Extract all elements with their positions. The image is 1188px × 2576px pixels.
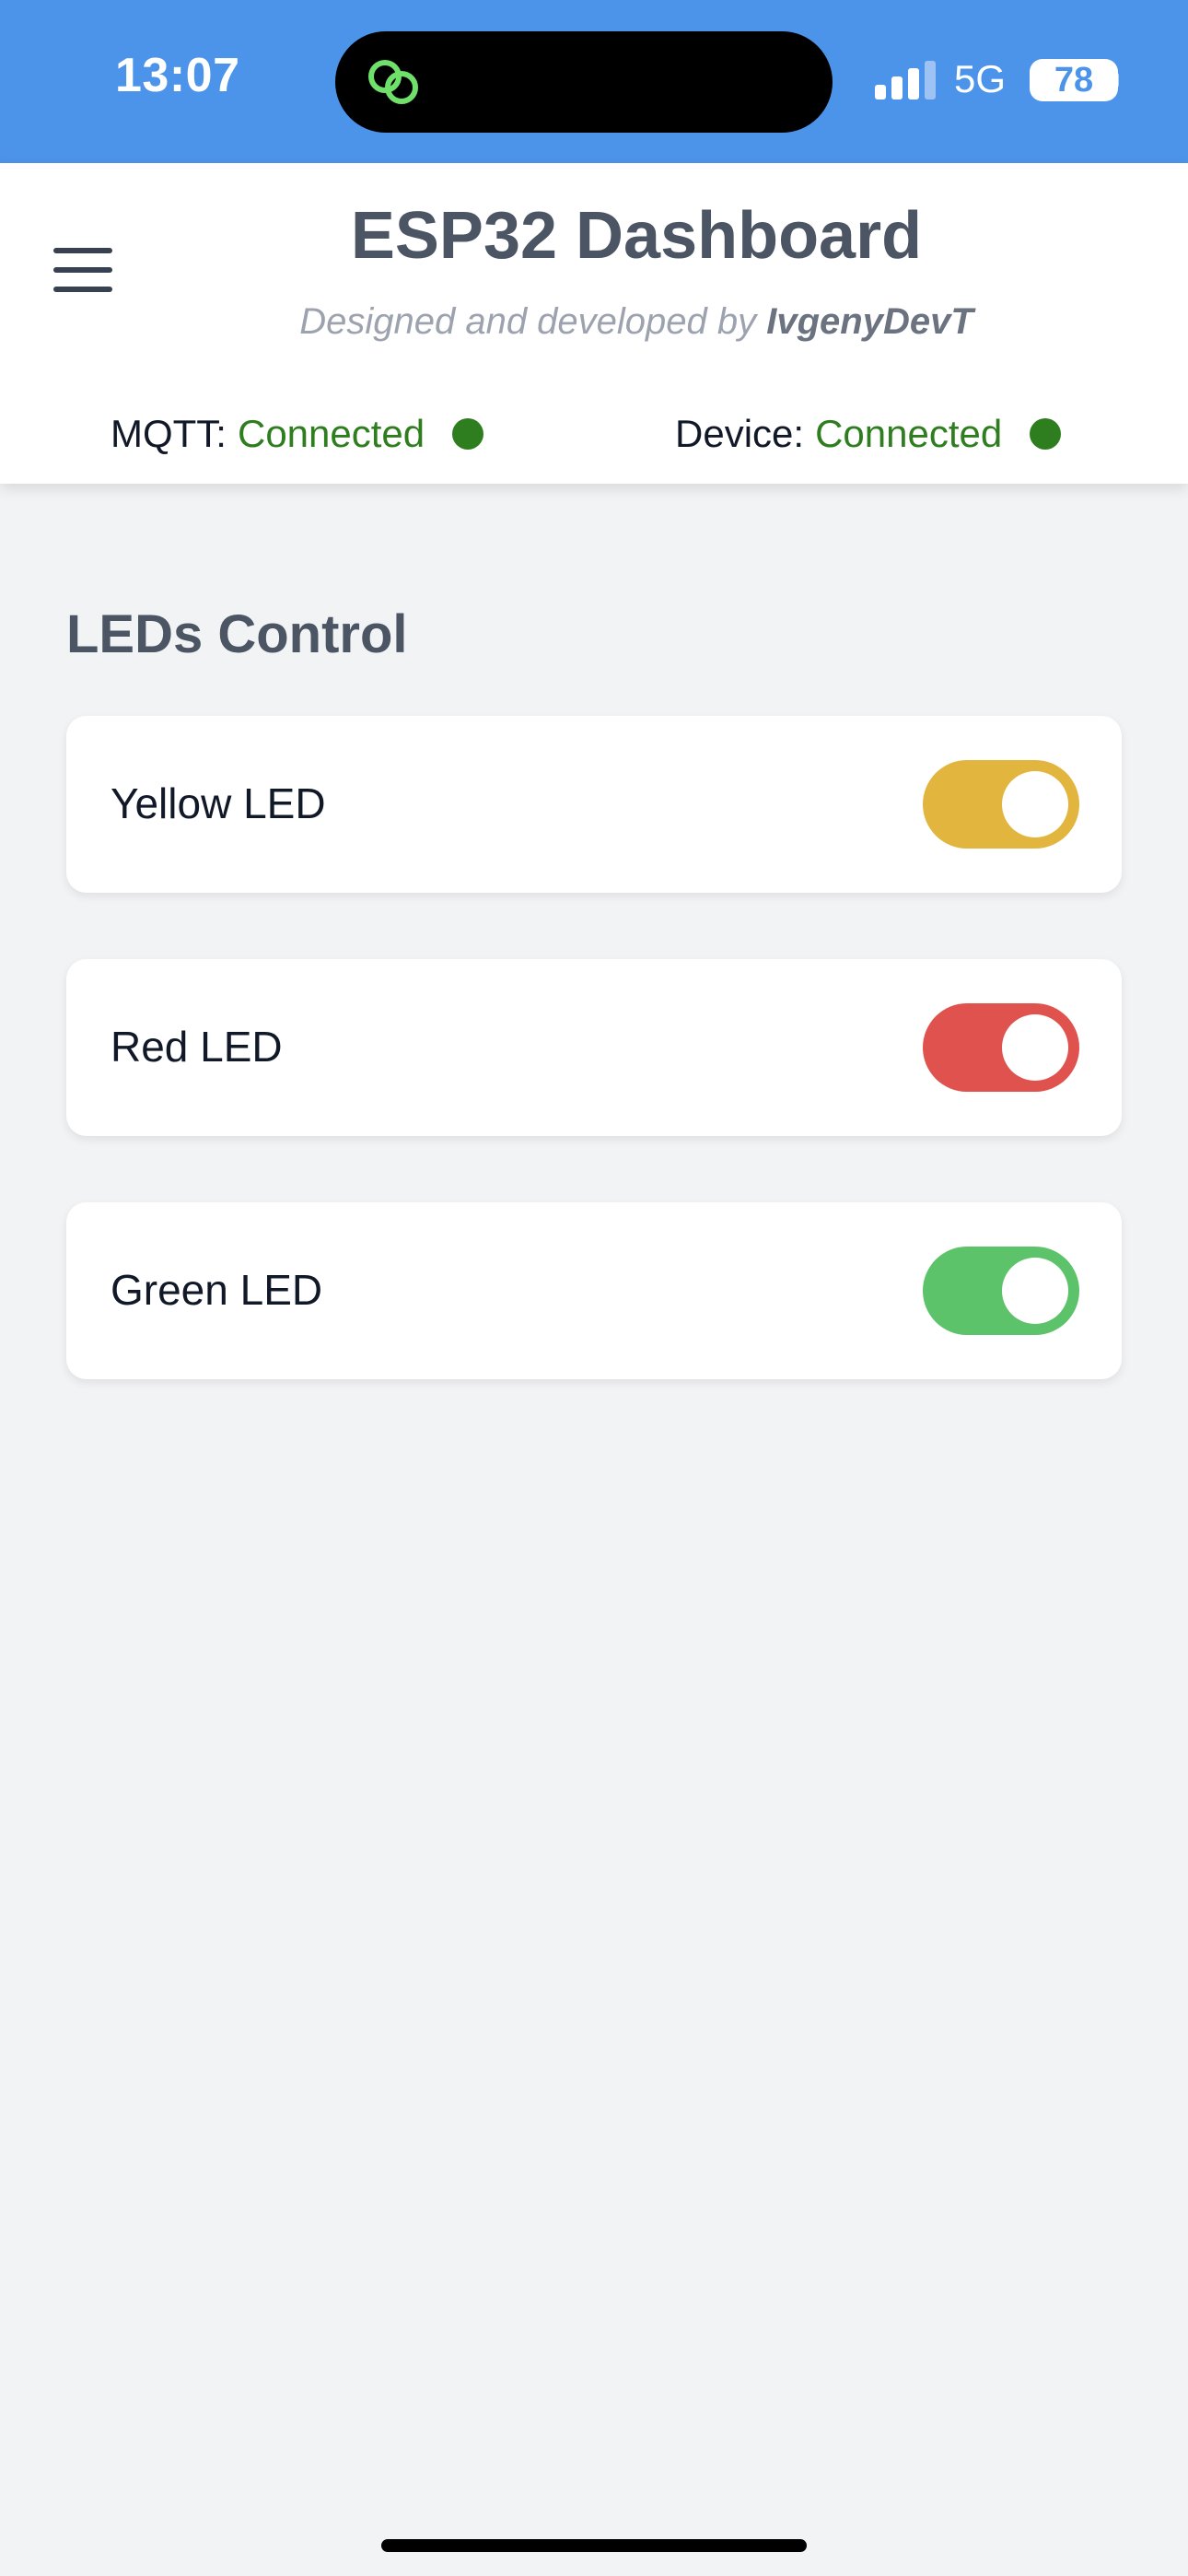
mqtt-status-label: MQTT:: [111, 412, 227, 455]
led-card-red: Red LED: [66, 959, 1122, 1136]
green-led-toggle[interactable]: [923, 1247, 1079, 1335]
led-label-red: Red LED: [111, 1023, 283, 1071]
mqtt-status-value: Connected: [237, 412, 425, 455]
led-label-yellow: Yellow LED: [111, 779, 326, 827]
app-link-icon: [368, 60, 418, 104]
red-led-toggle[interactable]: [923, 1003, 1079, 1092]
status-time: 13:07: [115, 49, 240, 102]
battery-icon: 78: [1030, 59, 1118, 101]
battery-tip: [1112, 72, 1119, 88]
led-label-green: Green LED: [111, 1266, 323, 1314]
toggle-knob: [1002, 1258, 1068, 1324]
led-card-green: Green LED: [66, 1202, 1122, 1379]
signal-icon: [875, 61, 936, 100]
home-indicator[interactable]: [381, 2539, 807, 2552]
yellow-led-toggle[interactable]: [923, 760, 1079, 849]
subtitle-prefix: Designed and developed by: [299, 301, 767, 342]
device-status-value: Connected: [815, 412, 1003, 455]
section-title: LEDs Control: [66, 604, 408, 664]
device-status-label: Device:: [675, 412, 805, 455]
subtitle-author: IvgenyDevT: [766, 301, 973, 342]
page-subtitle: Designed and developed by IvgenyDevT: [0, 301, 1188, 343]
dynamic-island: [335, 31, 833, 133]
toggle-knob: [1002, 1014, 1068, 1081]
toggle-knob: [1002, 771, 1068, 837]
app-header: ESP32 Dashboard Designed and developed b…: [0, 163, 1188, 484]
led-card-yellow: Yellow LED: [66, 716, 1122, 893]
device-status-dot-icon: [1030, 418, 1062, 450]
mqtt-status-dot-icon: [452, 418, 484, 450]
device-status: Device: Connected: [675, 412, 1062, 456]
status-bar: 13:07 5G 78: [0, 0, 1188, 163]
page-title: ESP32 Dashboard: [350, 199, 923, 273]
mqtt-status: MQTT: Connected: [111, 412, 484, 456]
network-label: 5G: [954, 57, 1007, 100]
